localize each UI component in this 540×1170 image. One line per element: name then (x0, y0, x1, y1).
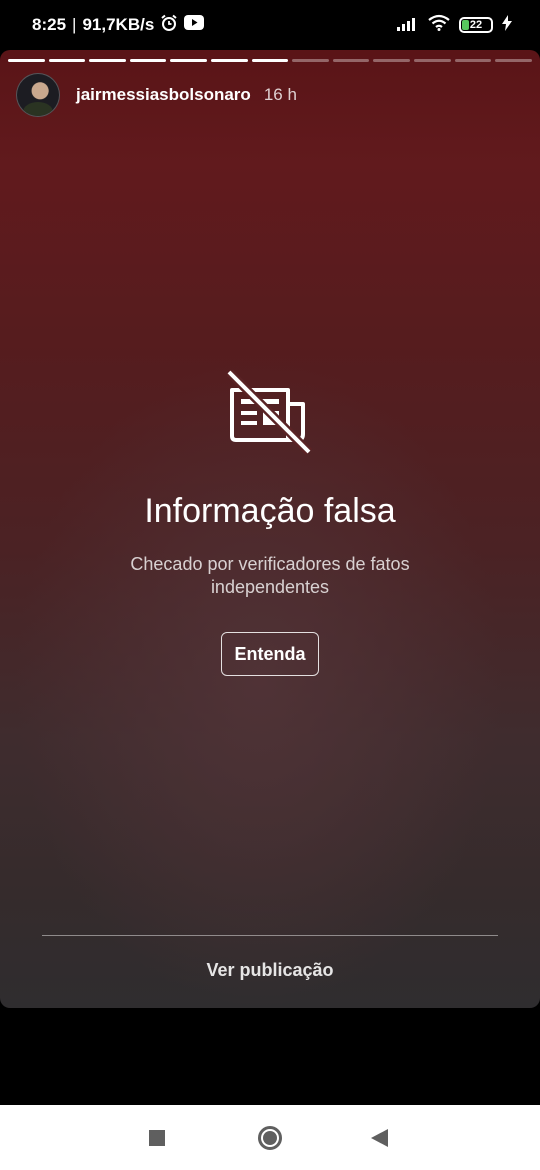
charging-bolt-icon (502, 14, 512, 36)
navigation-bar (0, 1105, 540, 1170)
battery-icon: 22 (459, 17, 493, 33)
network-speed: 91,7KB/s (82, 15, 155, 34)
progress-segment (414, 59, 451, 62)
wifi-icon (428, 14, 450, 36)
warning-subtitle: Checado por verificadores de fatos indep… (130, 554, 410, 597)
progress-segment (170, 59, 208, 62)
false-information-overlay: Informação falsa Checado por verificador… (0, 368, 540, 676)
alarm-icon (160, 14, 178, 37)
no-newspaper-icon (225, 368, 313, 456)
youtube-icon (184, 15, 205, 35)
see-post-button[interactable]: Ver publicação (0, 960, 540, 981)
clock-time: 8:25 (32, 15, 67, 34)
divider (42, 935, 498, 936)
progress-segment (129, 59, 167, 62)
status-bar-left: 8:25 | 91,7KB/s (32, 14, 205, 37)
story-time-ago: 16 h (263, 85, 297, 104)
progress-segment (292, 59, 329, 62)
signal-icon (397, 15, 419, 36)
story-username[interactable]: jairmessiasbolsonaro (76, 85, 251, 105)
square-recents-icon[interactable] (149, 1130, 165, 1146)
learn-more-button[interactable]: Entenda (221, 632, 319, 676)
status-separator: | (72, 15, 77, 34)
progress-segment (251, 59, 289, 62)
progress-segment (454, 59, 492, 62)
progress-segment (332, 59, 370, 62)
progress-segment (495, 59, 532, 62)
story-header: jairmessiasbolsonaro 16 h (16, 73, 297, 117)
circle-home-icon[interactable] (258, 1126, 282, 1150)
progress-segment (373, 59, 411, 62)
story-viewer[interactable]: jairmessiasbolsonaro 16 h Informação fal… (0, 50, 540, 1008)
status-bar-right: 22 (397, 14, 512, 36)
warning-title: Informação falsa (144, 492, 396, 530)
battery-percent: 22 (469, 19, 483, 31)
progress-segment (211, 59, 248, 62)
progress-segment (89, 59, 126, 62)
story-progress-bar (8, 59, 532, 62)
progress-segment (8, 59, 45, 62)
avatar[interactable] (16, 73, 60, 117)
status-bar: 8:25 | 91,7KB/s 22 (0, 0, 540, 50)
battery-level-fill (462, 20, 469, 30)
triangle-back-icon[interactable] (371, 1129, 388, 1147)
progress-segment (48, 59, 86, 62)
